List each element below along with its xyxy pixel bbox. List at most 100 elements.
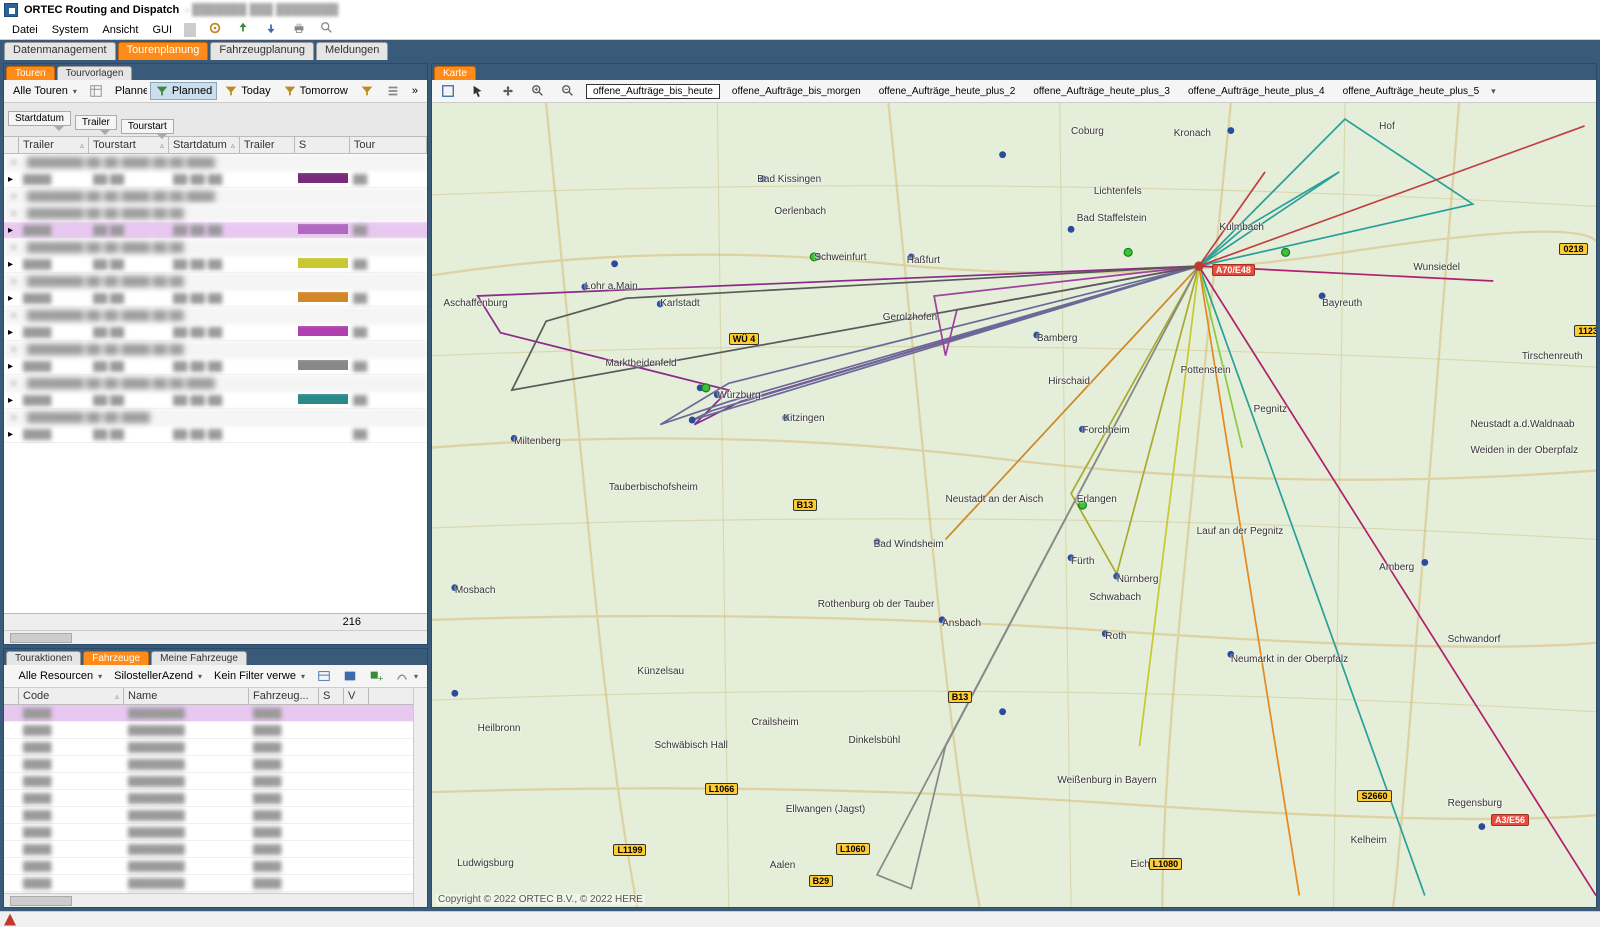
tours-row[interactable]: ▸ ████████ ██-██-████ ██:██: [4, 341, 427, 358]
menu-system[interactable]: System: [46, 24, 95, 36]
tours-grid[interactable]: ▸████████ ██-██-████ ██:██ ████▸██████:█…: [4, 154, 427, 613]
tours-row[interactable]: ▸██████:████-██-████: [4, 358, 427, 375]
query-tab-3[interactable]: offene_Aufträge_heute_plus_3: [1027, 85, 1176, 98]
tours-row[interactable]: ▸ ████████ ██-██-████ ██:██: [4, 205, 427, 222]
tab-touraktionen[interactable]: Touraktionen: [6, 651, 81, 665]
main-tab-meldungen[interactable]: Meldungen: [316, 42, 388, 60]
map-area[interactable]: Bad KissingenCoburgKronachKulmbachHofLic…: [432, 103, 1596, 907]
tours-filter-dropdown[interactable]: Alle Touren: [8, 83, 82, 99]
tab-touren[interactable]: Touren: [6, 66, 55, 80]
toolbar-zoom-icon[interactable]: [314, 21, 340, 38]
menu-ansicht[interactable]: Ansicht: [96, 24, 144, 36]
map-pointer-icon[interactable]: [466, 82, 490, 100]
groupbox-trailer[interactable]: Trailer: [75, 115, 117, 130]
silo-dropdown[interactable]: SilostellerAzend: [109, 668, 207, 684]
vehicles-tb-icon1[interactable]: [312, 667, 336, 685]
query-tab-0[interactable]: offene_Aufträge_bis_heute: [586, 84, 720, 99]
menu-gui[interactable]: GUI: [146, 24, 178, 36]
col-trailer2[interactable]: Trailer: [240, 137, 295, 153]
query-tab-5[interactable]: offene_Aufträge_heute_plus_5: [1337, 85, 1486, 98]
tours-row[interactable]: ▸██████:████-██-████: [4, 426, 427, 443]
tours-row[interactable]: ▸ ████████ ██-██-████ ██:██: [4, 307, 427, 324]
col-s[interactable]: S: [295, 137, 350, 153]
vehicles-grid[interactable]: ████████████████████████████████████████…: [4, 705, 413, 893]
filter-tomorrow[interactable]: Tomorrow: [278, 82, 353, 100]
vehicles-row[interactable]: ████████████████: [4, 875, 413, 892]
toolbar-gear-icon[interactable]: [202, 21, 228, 38]
filter-planned[interactable]: Planned: [150, 82, 217, 100]
filter-today[interactable]: Today: [219, 82, 275, 100]
vehicles-vscroll[interactable]: [413, 688, 427, 907]
tours-row[interactable]: ▸ ████████ ██-██-████ ██:██: [4, 273, 427, 290]
tours-row[interactable]: ▸████████ ██-██-████ ██:██ ████: [4, 375, 427, 392]
city-label: Kelheim: [1351, 835, 1387, 846]
map-fit-icon[interactable]: [436, 82, 460, 100]
query-tab-1[interactable]: offene_Aufträge_bis_morgen: [726, 85, 867, 98]
query-tab-4[interactable]: offene_Aufträge_heute_plus_4: [1182, 85, 1331, 98]
tours-row[interactable]: ▸██████:████-██-████: [4, 256, 427, 273]
map-pan-icon[interactable]: [496, 82, 520, 100]
vehicles-row[interactable]: ████████████████: [4, 739, 413, 756]
vehicles-tb-route-icon[interactable]: [390, 667, 423, 685]
vcol-fahrzeug[interactable]: Fahrzeug...: [249, 688, 319, 704]
tab-karte[interactable]: Karte: [434, 66, 476, 80]
tours-row[interactable]: ▸██████:████-██-████: [4, 222, 427, 239]
vcol-code[interactable]: Code▵: [19, 688, 124, 704]
vehicles-hscroll[interactable]: [4, 893, 413, 907]
tours-hscroll[interactable]: [4, 630, 427, 644]
vcol-expand[interactable]: [4, 688, 19, 704]
vcol-name[interactable]: Name: [124, 688, 249, 704]
tab-meine-fahrzeuge[interactable]: Meine Fahrzeuge: [151, 651, 247, 665]
menu-datei[interactable]: Datei: [6, 24, 44, 36]
vehicles-row[interactable]: ████████████████: [4, 773, 413, 790]
tab-fahrzeuge[interactable]: Fahrzeuge: [83, 651, 149, 665]
main-tab-datenmanagement[interactable]: Datenmanagement: [4, 42, 116, 60]
layout-icon[interactable]: [84, 82, 108, 100]
query-tab-2[interactable]: offene_Aufträge_heute_plus_2: [873, 85, 1022, 98]
filter-more-icon[interactable]: [355, 82, 379, 100]
col-startdatum[interactable]: Startdatum▵: [169, 137, 240, 153]
vehicles-row[interactable]: ████████████████: [4, 858, 413, 875]
tours-layout-dropdown[interactable]: PlannedTrips,A:: [110, 83, 148, 99]
tours-row[interactable]: ▸██████:████-██-████: [4, 324, 427, 341]
query-overflow-icon[interactable]: ▾: [1491, 86, 1496, 97]
tours-row[interactable]: ▸████████ ██-██-████ ██:██ ████: [4, 188, 427, 205]
toolbar-printer-icon[interactable]: [286, 21, 312, 38]
tours-row[interactable]: ▸██████:████-██-████: [4, 171, 427, 188]
vehicles-row[interactable]: ████████████████: [4, 705, 413, 722]
col-trailer[interactable]: Trailer▵: [19, 137, 89, 153]
tab-tourvorlagen[interactable]: Tourvorlagen: [57, 66, 133, 80]
kein-filter-dropdown[interactable]: Kein Filter verwe: [209, 668, 310, 684]
tours-row[interactable]: ▸██████:████-██-████: [4, 392, 427, 409]
tours-row[interactable]: ▸██████:████-██-████: [4, 290, 427, 307]
tours-row[interactable]: ▸ ████████ ██-██-████ ██:██: [4, 239, 427, 256]
groupbox-startdatum[interactable]: Startdatum: [8, 111, 71, 126]
toolbar-upload-icon[interactable]: [230, 21, 256, 38]
vehicles-row[interactable]: ████████████████: [4, 807, 413, 824]
road-badge: A3/E56: [1491, 814, 1529, 826]
toolbar-overflow-icon[interactable]: »: [407, 83, 423, 99]
vcol-s[interactable]: S: [319, 688, 344, 704]
col-tourstart[interactable]: Tourstart▵: [89, 137, 169, 153]
main-tab-tourenplanung[interactable]: Tourenplanung: [118, 42, 209, 60]
main-tab-fahrzeugplanung[interactable]: Fahrzeugplanung: [210, 42, 314, 60]
col-expand[interactable]: [4, 137, 19, 153]
vehicles-row[interactable]: ████████████████: [4, 824, 413, 841]
toolbar-download-icon[interactable]: [258, 21, 284, 38]
vehicles-tb-add-icon[interactable]: +: [364, 667, 388, 685]
vehicles-row[interactable]: ████████████████: [4, 790, 413, 807]
map-zoomin-icon[interactable]: [526, 82, 550, 100]
resource-filter-dropdown[interactable]: Alle Resourcen: [14, 668, 108, 684]
vehicles-row[interactable]: ████████████████: [4, 841, 413, 858]
col-tour[interactable]: Tour: [350, 137, 427, 153]
vehicles-row[interactable]: ████████████████: [4, 722, 413, 739]
map-zoomout-icon[interactable]: [556, 82, 580, 100]
vehicles-tb-icon2[interactable]: [338, 667, 362, 685]
vcol-v[interactable]: V: [344, 688, 369, 704]
tours-row[interactable]: ▸████████ ██-██-████: [4, 409, 427, 426]
vehicles-row[interactable]: ████████████████: [4, 756, 413, 773]
city-label: Amberg: [1379, 562, 1414, 573]
tours-row[interactable]: ▸████████ ██-██-████ ██:██ ████: [4, 154, 427, 171]
toolbar-menu-icon[interactable]: [381, 82, 405, 100]
groupbox-tourstart[interactable]: Tourstart: [121, 119, 174, 134]
